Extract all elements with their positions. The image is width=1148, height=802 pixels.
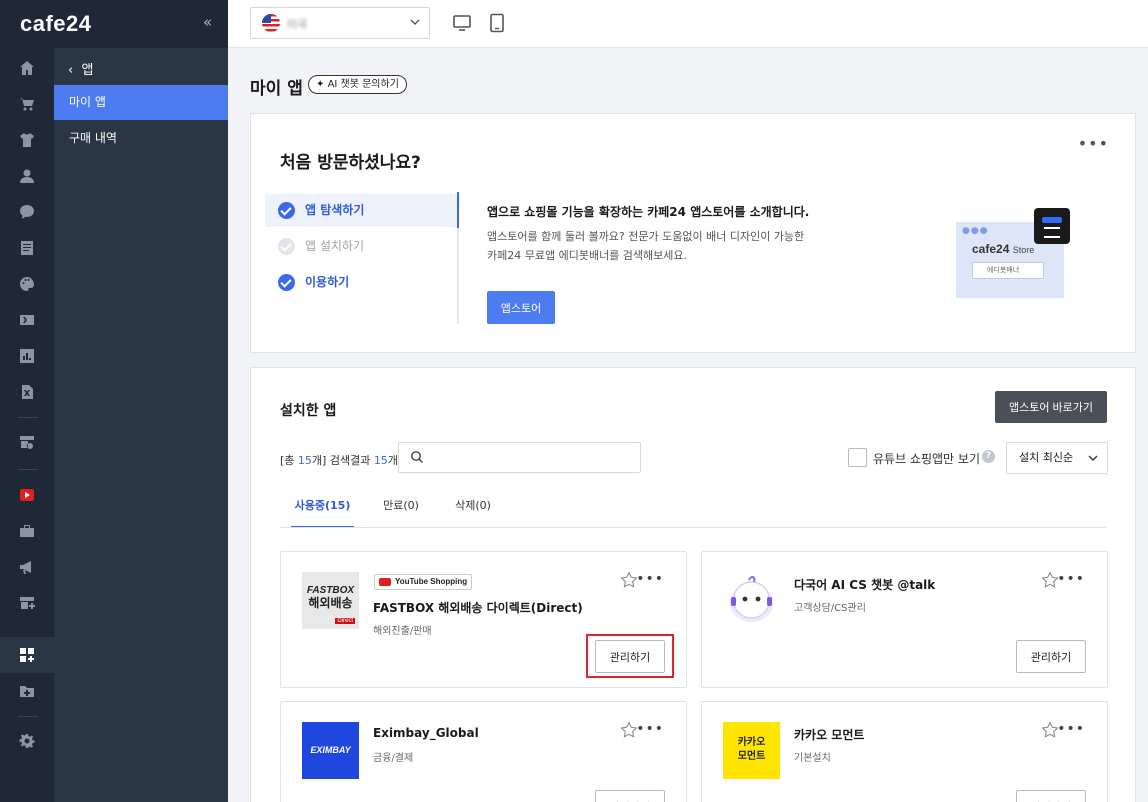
step-explore-apps[interactable]: 앱 탐색하기 — [265, 194, 457, 227]
app-card-eximbay: EXIMBAY Eximbay_Global 금융/결제 ••• 관리하기 — [280, 701, 687, 802]
app-category: 금융/결제 — [373, 753, 414, 764]
youtube-only-checkbox[interactable] — [848, 448, 867, 467]
tab-deleted[interactable]: 삭제(0) — [449, 488, 497, 528]
rail-divider — [18, 417, 38, 418]
app-store-button[interactable]: 앱스토어 — [487, 291, 555, 324]
search-icon — [411, 451, 423, 463]
app-category: 기본설치 — [794, 753, 831, 764]
welcome-card: 처음 방문하셨나요? ••• 앱 탐색하기 앱 설치하기 이용하기 앱으로 쇼핑… — [250, 113, 1136, 353]
manage-button[interactable]: 관리하기 — [595, 640, 665, 673]
palette-icon[interactable] — [17, 274, 37, 294]
step-use-apps[interactable]: 이용하기 — [265, 266, 457, 299]
app-category: 고객상담/CS관리 — [794, 603, 866, 614]
excel-icon[interactable] — [17, 382, 37, 402]
board-icon[interactable] — [17, 238, 37, 258]
app-search-input[interactable] — [398, 442, 641, 473]
check-circle-icon — [278, 274, 295, 291]
help-icon[interactable]: ? — [982, 450, 995, 463]
rail-divider — [18, 469, 38, 470]
home-icon[interactable] — [17, 58, 37, 78]
app-card-fastbox: FASTBOX 해외배송 Direct YouTube Shopping FAS… — [280, 551, 687, 688]
check-circle-icon — [278, 202, 295, 219]
locale-select[interactable]: 미국 — [250, 7, 430, 39]
chatbot-mascot-icon — [729, 575, 774, 622]
tab-in-use[interactable]: 사용중(15) — [291, 488, 354, 528]
installed-apps-title: 설치한 앱 — [280, 403, 337, 419]
toolbox-icon[interactable] — [17, 521, 37, 541]
page-title: 마이 앱 — [250, 79, 303, 99]
subnav-item-purchase-history[interactable]: 구매 내역 — [54, 121, 228, 156]
welcome-title: 처음 방문하셨나요? — [280, 153, 421, 173]
eximbay-logo: EXIMBAY — [302, 722, 359, 779]
steps-active-indicator — [457, 192, 459, 228]
chevron-left-icon: ‹ — [68, 63, 82, 78]
subnav-item-my-apps[interactable]: 마이 앱 — [54, 85, 228, 120]
manage-button[interactable]: 관리하기 — [595, 790, 665, 802]
top-bar: 미국 — [228, 0, 1148, 48]
manage-button[interactable]: 관리하기 — [1016, 640, 1086, 673]
sparkle-icon: ✦ — [316, 79, 328, 90]
youtube-shopping-badge: YouTube Shopping — [374, 574, 473, 590]
rail-divider — [18, 716, 38, 717]
intro-text: 앱스토어를 함께 둘러 볼까요? 전문가 도움없이 배너 디자인이 가능한 카페… — [487, 230, 805, 262]
app-name: 카카오 모먼트 — [794, 728, 865, 742]
go-to-app-store-button[interactable]: 앱스토어 바로가기 — [995, 391, 1107, 423]
apps-icon[interactable] — [17, 645, 37, 665]
installed-apps-card: 설치한 앱 앱스토어 바로가기 [총 15개] 검색결과 15개 유튜브 쇼핑앱… — [250, 367, 1136, 802]
app-card-ai-cs-chatbot: 다국어 AI CS 챗봇 @talk 고객상담/CS관리 ••• 관리하기 — [701, 551, 1108, 688]
megaphone-icon[interactable] — [17, 557, 37, 577]
more-options-icon[interactable]: ••• — [1078, 134, 1109, 153]
tab-expired[interactable]: 만료(0) — [377, 488, 425, 528]
ai-chatbot-button[interactable]: ✦ AI 챗봇 문의하기 — [308, 75, 407, 94]
intro-heading: 앱으로 쇼핑몰 기능을 확장하는 카페24 앱스토어를 소개합니다. — [487, 205, 810, 219]
double-chevron-left-icon[interactable]: « — [203, 13, 212, 31]
more-options-icon[interactable]: ••• — [1057, 721, 1085, 737]
folder-add-icon[interactable] — [17, 681, 37, 701]
app-name: FASTBOX 해외배송 다이렉트(Direct) — [373, 601, 583, 615]
youtube-icon[interactable] — [17, 485, 37, 505]
brand-header: cafe24 « — [0, 0, 228, 48]
chevron-down-icon — [1088, 443, 1098, 486]
step-install-apps[interactable]: 앱 설치하기 — [265, 230, 457, 263]
app-name: 다국어 AI CS 챗봇 @talk — [794, 578, 936, 592]
app-category: 해외진출/판매 — [373, 626, 432, 637]
sub-navigation: ‹ 앱 마이 앱 구매 내역 — [54, 48, 228, 802]
kakao-moment-logo: 카카오 모먼트 — [723, 722, 780, 779]
mobile-view-icon[interactable] — [487, 13, 507, 33]
illustration-brand: cafe24 Store — [972, 242, 1035, 256]
app-card-kakao-moment: 카카오 모먼트 카카오 모먼트 기본설치 ••• 관리하기 — [701, 701, 1108, 802]
youtube-only-label: 유튜브 쇼핑앱만 보기 — [873, 452, 980, 466]
gear-icon[interactable] — [17, 731, 37, 751]
result-count: [총 15개] 검색결과 15개 — [280, 454, 398, 467]
promotion-icon[interactable] — [17, 310, 37, 330]
shirt-icon[interactable] — [17, 130, 37, 150]
back-to-apps-link[interactable]: ‹ 앱 — [68, 59, 93, 78]
more-options-icon[interactable]: ••• — [636, 721, 664, 737]
sort-select[interactable]: 설치 최신순 — [1006, 442, 1108, 474]
fastbox-logo: FASTBOX 해외배송 Direct — [302, 572, 359, 629]
app-name: Eximbay_Global — [373, 726, 479, 740]
tabs-divider — [280, 527, 1107, 528]
check-circle-icon — [278, 238, 295, 255]
us-flag-icon — [262, 14, 280, 32]
more-options-icon[interactable]: ••• — [636, 571, 664, 587]
cafe24-logo[interactable]: cafe24 — [20, 11, 92, 37]
more-options-icon[interactable]: ••• — [1057, 571, 1085, 587]
app-store-illustration: ●●● cafe24 Store 에디봇배너 — [956, 208, 1072, 300]
illustration-search: 에디봇배너 — [972, 262, 1044, 279]
desktop-view-icon[interactable] — [452, 13, 472, 33]
manage-button[interactable]: 관리하기 — [1016, 790, 1086, 802]
store-settings-icon[interactable] — [17, 432, 37, 452]
cart-icon[interactable] — [17, 94, 37, 114]
chat-icon[interactable] — [17, 202, 37, 222]
window-dots: ●●● — [962, 226, 989, 236]
robot-icon — [1034, 208, 1070, 244]
stats-icon[interactable] — [17, 346, 37, 366]
user-icon[interactable] — [17, 166, 37, 186]
chevron-down-icon — [409, 15, 421, 32]
add-store-icon[interactable] — [17, 593, 37, 613]
locale-name: 미국 — [287, 18, 308, 31]
